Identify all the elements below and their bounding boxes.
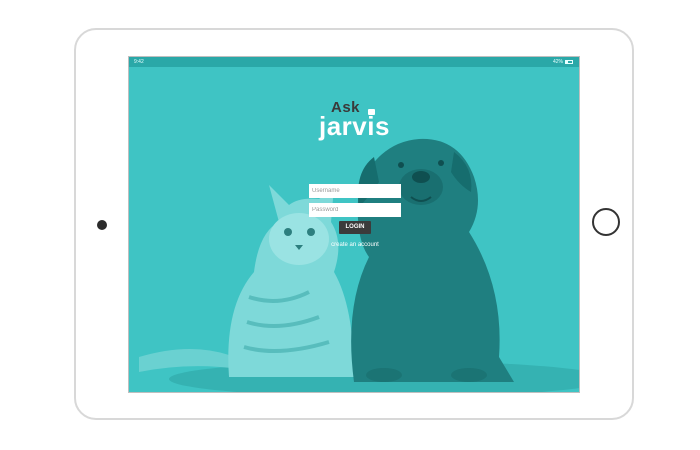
login-button[interactable]: LOGIN (339, 221, 371, 234)
battery-percent: 42% (552, 59, 563, 65)
username-input[interactable] (309, 184, 401, 198)
password-input[interactable] (309, 203, 401, 217)
app-screen: 9:42 42% Ask jarvis LOGIN create an acco… (128, 56, 580, 393)
logo-jarvis-text: jarvis (319, 111, 390, 141)
battery-icon (565, 60, 573, 64)
status-right: 42% (553, 57, 573, 67)
home-button-icon[interactable] (592, 208, 620, 236)
status-bar: 9:42 42% (129, 57, 579, 67)
camera-icon (97, 220, 107, 230)
status-time: 9:42 (134, 59, 144, 65)
create-account-link[interactable]: create an account (315, 242, 395, 248)
app-logo: Ask jarvis (319, 99, 399, 143)
